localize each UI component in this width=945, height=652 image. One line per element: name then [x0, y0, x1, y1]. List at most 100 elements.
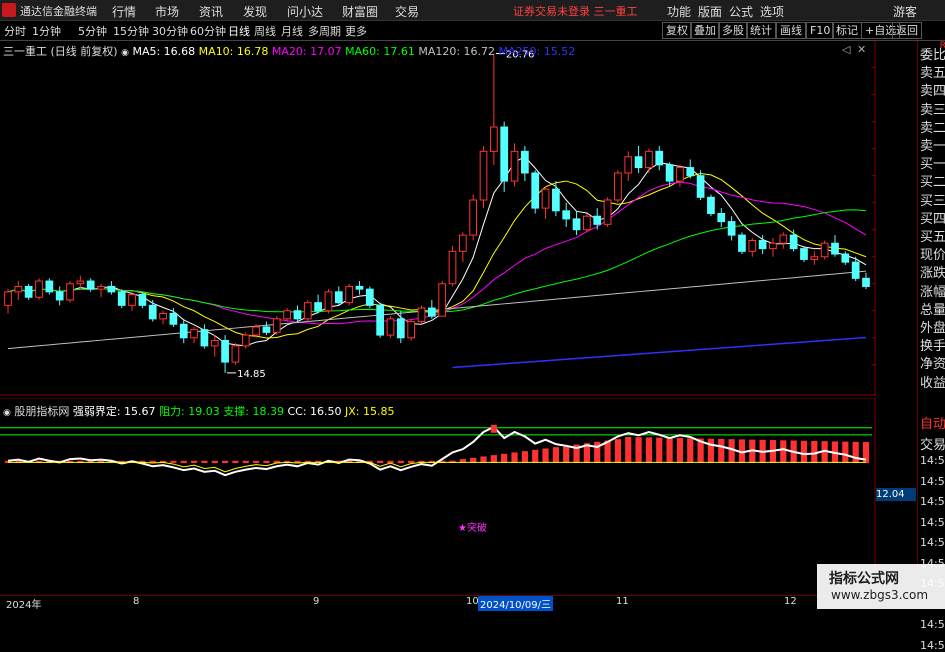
side-panel-item[interactable]: 买一 [920, 153, 945, 172]
side-panel-item[interactable]: 交易 [920, 434, 945, 453]
period-tab-timeshare[interactable]: 分时 [4, 23, 26, 39]
f10-button[interactable]: F10 [806, 22, 835, 39]
side-panel-item[interactable]: 现价 [920, 244, 945, 263]
candle-body [45, 280, 54, 293]
indicator-bar [676, 438, 684, 463]
candle-body [717, 213, 726, 223]
menu-options[interactable]: 选项 [760, 3, 784, 20]
candle-body [169, 312, 178, 325]
candle [138, 291, 147, 309]
candle-body [231, 345, 240, 363]
side-panel-item[interactable]: 换手 [920, 335, 945, 354]
app-title: 通达信金融终端 [20, 5, 97, 18]
legend-toggle-icon[interactable]: ◉ [121, 48, 129, 58]
statistics-button[interactable]: 统计 [746, 22, 776, 39]
multi-stock-button[interactable]: 多股 [718, 22, 748, 39]
side-panel-item[interactable]: 14:56 [920, 475, 945, 488]
side-panel-item[interactable]: 委比 [920, 44, 945, 63]
side-panel-item[interactable]: 卖四 [920, 80, 945, 99]
candlestick-chart[interactable]: 20.5020.0019.5019.0018.5018.0017.5017.00… [0, 41, 876, 396]
side-panel-item[interactable]: 自动 [920, 413, 945, 432]
menu-market[interactable]: 市场 [155, 3, 179, 20]
overlay-button[interactable]: 叠加 [690, 22, 720, 39]
side-panel-item[interactable]: 买五 [920, 226, 945, 245]
date-label-sep: 9 [313, 596, 320, 607]
side-panel-item[interactable]: 14:56 [920, 536, 945, 549]
candle [583, 213, 591, 233]
side-panel-item[interactable]: 买四 [920, 208, 945, 227]
side-panel-item[interactable]: 买二 [920, 171, 945, 190]
back-button[interactable]: 返回 [892, 22, 922, 39]
menu-guest[interactable]: 游客 [893, 3, 917, 20]
menu-function[interactable]: 功能 [667, 3, 691, 20]
side-panel-item[interactable]: 外盘 [920, 317, 945, 336]
candle-body [862, 277, 870, 287]
menu-formula[interactable]: 公式 [729, 3, 753, 20]
candle [66, 281, 74, 303]
candle-body [779, 234, 788, 244]
menu-layout[interactable]: 版面 [698, 3, 722, 20]
menu-discover[interactable]: 发现 [243, 3, 267, 20]
side-panel-item[interactable]: 14:56 [920, 618, 945, 631]
side-panel-item[interactable]: 卖五 [920, 62, 945, 81]
indicator-bar [201, 460, 208, 463]
indicator-bar [408, 460, 415, 463]
menu-trade[interactable]: 交易 [395, 3, 419, 20]
period-tab-more[interactable]: 更多 [345, 23, 367, 39]
indicator-bar [707, 438, 715, 463]
candle-body [241, 334, 250, 347]
date-axis[interactable]: 2024年 8 9 10 2024/10/09/三 11 12 [0, 595, 945, 611]
side-panel-item[interactable]: 收益 [920, 372, 945, 391]
candle-body [24, 285, 33, 298]
low-price-label: 14.85 [237, 369, 266, 380]
mark-button[interactable]: 标记 [832, 22, 862, 39]
period-tab-30min[interactable]: 30分钟 [152, 23, 188, 39]
candle [231, 343, 240, 365]
side-panel-item[interactable]: 卖一 [920, 135, 945, 154]
period-tab-60min[interactable]: 60分钟 [190, 23, 226, 39]
candle [614, 170, 622, 203]
candle-body [66, 283, 74, 301]
period-tab-weekly[interactable]: 周线 [254, 23, 276, 39]
side-panel-item[interactable]: 14:56 [920, 495, 945, 508]
adjust-button[interactable]: 复权 [662, 22, 692, 39]
side-panel-item[interactable]: 买三 [920, 190, 945, 209]
side-panel-item[interactable]: 涨幅 [920, 281, 945, 300]
side-panel-item[interactable]: 卖三 [920, 99, 945, 118]
menu-news[interactable]: 资讯 [199, 3, 223, 20]
side-panel-item[interactable]: 14:56 [920, 516, 945, 529]
period-tab-15min[interactable]: 15分钟 [113, 23, 149, 39]
period-tab-1min[interactable]: 1分钟 [32, 23, 61, 39]
candle-body [293, 310, 302, 320]
menu-quotes[interactable]: 行情 [112, 3, 136, 20]
period-tab-daily[interactable]: 日线 [228, 23, 250, 39]
menu-wealth[interactable]: 财富圈 [342, 3, 378, 20]
side-panel-item[interactable]: 14:56 [920, 454, 945, 467]
indicator-bar [625, 436, 632, 463]
period-tab-5min[interactable]: 5分钟 [78, 23, 107, 39]
draw-line-button[interactable]: 画线 [776, 22, 806, 39]
indicator-bar [221, 460, 229, 463]
candle-body [583, 215, 591, 231]
indicator-chart[interactable]: 20.0018.0016.0014.0012.0010.008.006.00 ★… [0, 398, 876, 593]
side-panel-item[interactable]: 总量 [920, 299, 945, 318]
indicator-bar [211, 460, 218, 463]
indicator-toggle-icon[interactable]: ◉ [3, 408, 11, 418]
candle-body [479, 150, 488, 201]
side-panel-item[interactable]: 净资 [920, 353, 945, 372]
side-panel-item[interactable]: 14:56 [920, 639, 945, 652]
candle-body [489, 126, 498, 152]
chart-collapse-icon[interactable]: ◁ [842, 43, 850, 56]
side-panel-item[interactable]: 卖二 [920, 117, 945, 136]
period-tab-monthly[interactable]: 月线 [281, 23, 303, 39]
chart-close-icon[interactable]: ✕ [857, 43, 866, 56]
breakout-label: ★突破 [458, 521, 487, 534]
period-tab-multi[interactable]: 多周期 [308, 23, 341, 39]
candle-body [345, 285, 353, 304]
menu-ask[interactable]: 问小达 [287, 3, 323, 20]
candle [241, 332, 250, 349]
indicator-bar [635, 437, 642, 463]
side-panel-item[interactable]: 涨跌 [920, 262, 945, 281]
quote-side-panel: R 委比 卖五 卖四 卖三 卖二 卖一 买一 买二 买三 买四 买五 现价 涨跌 涨幅 总量 外盘 换手 净资 收益… [917, 41, 945, 652]
candle-body [4, 291, 12, 306]
